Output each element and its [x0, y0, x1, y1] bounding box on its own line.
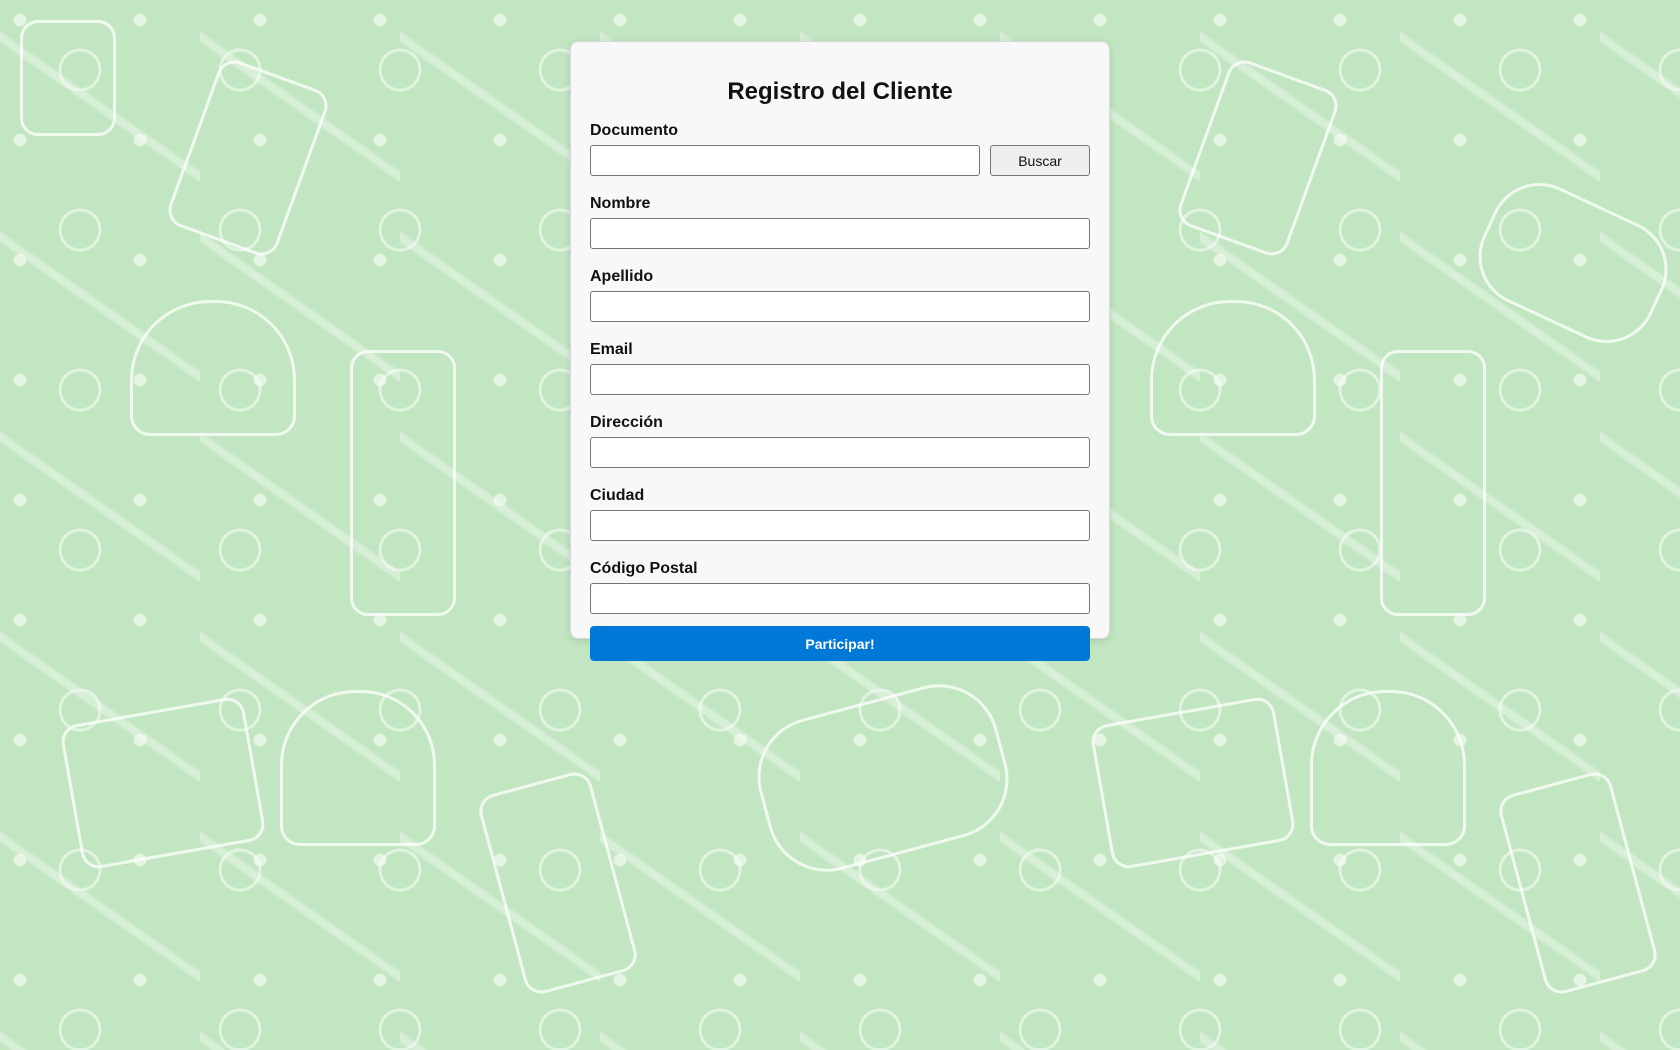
headphones-icon [1150, 300, 1316, 436]
nombre-label: Nombre [590, 195, 651, 212]
smartphone-icon [163, 55, 333, 261]
gamepad-icon [1462, 166, 1680, 360]
participar-button[interactable]: Participar! [590, 626, 1090, 661]
email-label: Email [590, 341, 633, 358]
search-button[interactable]: Buscar [990, 145, 1090, 176]
registration-card: Registro del Cliente Documento Buscar No… [570, 41, 1110, 661]
document-row: Buscar [590, 145, 1090, 176]
smartphone-icon [1495, 768, 1661, 998]
direccion-input[interactable] [590, 437, 1090, 468]
codigo-postal-label: Código Postal [590, 560, 698, 577]
direccion-label: Dirección [590, 414, 663, 431]
blender-icon [1380, 350, 1486, 616]
headphones-icon [280, 690, 436, 846]
laptop-icon [1088, 694, 1298, 872]
smartphone-icon [1173, 55, 1343, 261]
gamepad-icon [744, 670, 1022, 886]
headphones-icon [1310, 690, 1466, 846]
laptop-icon [58, 694, 268, 872]
nombre-input[interactable] [590, 218, 1090, 249]
email-input[interactable] [590, 364, 1090, 395]
ciudad-label: Ciudad [590, 487, 645, 504]
form-title: Registro del Cliente [727, 78, 953, 105]
smartwatch-icon [20, 20, 116, 136]
ciudad-input[interactable] [590, 510, 1090, 541]
codigo-postal-input[interactable] [590, 583, 1090, 614]
document-input[interactable] [590, 145, 980, 176]
blender-icon [350, 350, 456, 616]
document-label: Documento [590, 122, 678, 139]
apellido-label: Apellido [590, 268, 654, 285]
smartphone-icon [475, 768, 641, 998]
apellido-input[interactable] [590, 291, 1090, 322]
headphones-icon [130, 300, 296, 436]
